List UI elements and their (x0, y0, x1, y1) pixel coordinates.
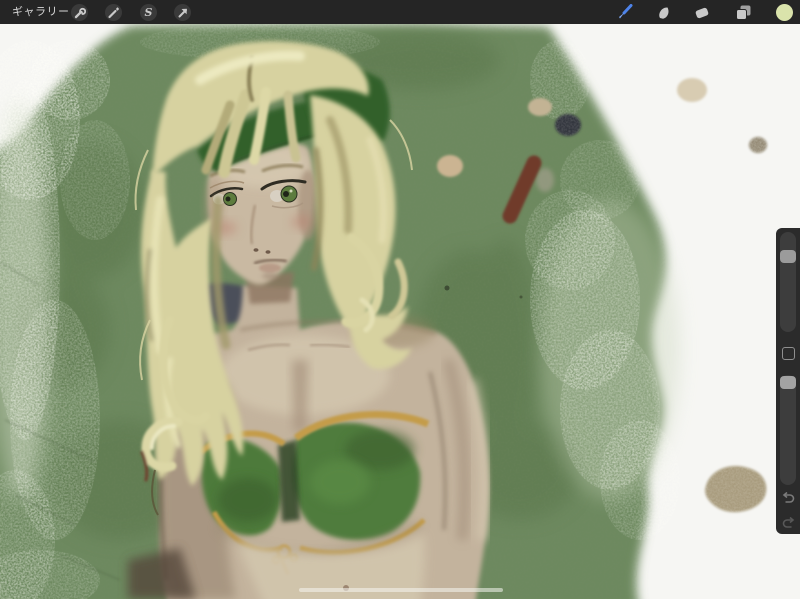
transform-button[interactable] (174, 3, 191, 21)
selection-button[interactable]: S (140, 3, 157, 21)
brush-opacity-slider[interactable] (780, 375, 796, 485)
modify-button[interactable] (782, 347, 795, 360)
tan-blob-left (437, 155, 463, 177)
brush-size-slider[interactable] (780, 232, 796, 332)
redo-button[interactable] (782, 516, 796, 530)
brush-icon (619, 4, 633, 19)
s-curve-icon: S (144, 5, 153, 19)
actions-button[interactable] (71, 3, 88, 21)
undo-icon (782, 491, 795, 503)
home-indicator[interactable] (299, 588, 503, 592)
beige-blob-top-right (677, 78, 707, 102)
gallery-button[interactable]: ギャラリー (12, 0, 70, 24)
undo-button[interactable] (781, 491, 795, 505)
current-color-swatch[interactable] (776, 3, 793, 21)
magic-wand-icon (108, 7, 119, 18)
gray-smudge (536, 168, 554, 192)
layers-icon (736, 5, 751, 20)
redo-icon (782, 516, 795, 528)
drawing-canvas[interactable] (0, 0, 800, 599)
procreate-app: { "topbar": { "background": "#252525", "… (0, 0, 800, 599)
adjustments-button[interactable] (105, 3, 122, 21)
finger-icon (659, 7, 669, 19)
smudge-tool-button[interactable] (655, 4, 672, 21)
brush-opacity-handle[interactable] (780, 376, 796, 389)
layers-button[interactable] (735, 4, 752, 21)
tan-blob-upper (528, 98, 552, 116)
arrow-cursor-icon (178, 8, 187, 17)
erase-tool-button[interactable] (694, 4, 711, 21)
brush-size-handle[interactable] (780, 250, 796, 263)
brush-sidebar (776, 228, 800, 534)
wrench-icon (74, 7, 86, 18)
paint-tool-button[interactable] (616, 4, 633, 21)
eraser-icon (695, 7, 709, 19)
top-toolbar: ギャラリー S (0, 0, 800, 24)
